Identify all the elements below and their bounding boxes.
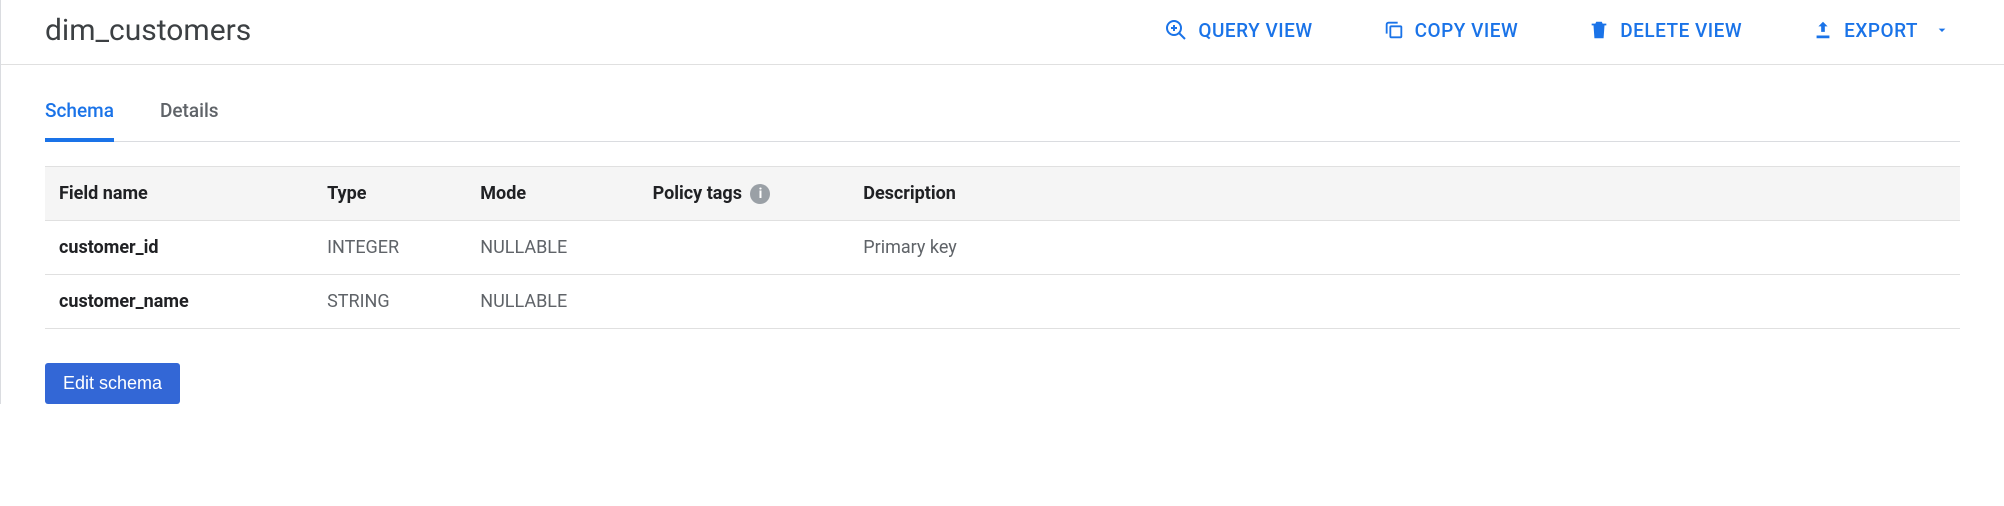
- delete-view-button[interactable]: DELETE VIEW: [1574, 11, 1756, 50]
- dropdown-icon: [1934, 22, 1950, 38]
- cell-field-name: customer_name: [45, 275, 313, 329]
- cell-mode: NULLABLE: [466, 275, 638, 329]
- col-header-mode: Mode: [466, 167, 638, 221]
- export-button[interactable]: EXPORT: [1798, 11, 1964, 50]
- cell-type: INTEGER: [313, 221, 466, 275]
- col-header-policy-tags: Policy tags i: [639, 167, 850, 221]
- table-row: customer_id INTEGER NULLABLE Primary key: [45, 221, 1960, 275]
- cell-policy-tags: [639, 221, 850, 275]
- tab-bar: Schema Details: [45, 89, 1960, 142]
- table-row: customer_name STRING NULLABLE: [45, 275, 1960, 329]
- trash-icon: [1588, 19, 1610, 41]
- info-icon[interactable]: i: [750, 184, 770, 204]
- action-bar: QUERY VIEW COPY VIEW DELETE VIEW: [1108, 10, 1964, 50]
- tab-details[interactable]: Details: [160, 89, 219, 142]
- col-header-field-name: Field name: [45, 167, 313, 221]
- query-icon: [1164, 18, 1188, 42]
- col-header-type: Type: [313, 167, 466, 221]
- query-view-label: QUERY VIEW: [1198, 19, 1312, 42]
- cell-description: [849, 275, 1960, 329]
- view-title: dim_customers: [45, 13, 251, 48]
- cell-field-name: customer_id: [45, 221, 313, 275]
- export-icon: [1812, 19, 1834, 41]
- query-view-button[interactable]: QUERY VIEW: [1150, 10, 1326, 50]
- col-header-description: Description: [849, 167, 1960, 221]
- cell-policy-tags: [639, 275, 850, 329]
- copy-view-button[interactable]: COPY VIEW: [1369, 11, 1533, 50]
- edit-schema-button[interactable]: Edit schema: [45, 363, 180, 404]
- delete-view-label: DELETE VIEW: [1620, 19, 1742, 42]
- copy-icon: [1383, 19, 1405, 41]
- cell-mode: NULLABLE: [466, 221, 638, 275]
- cell-type: STRING: [313, 275, 466, 329]
- schema-table: Field name Type Mode Policy tags i Descr…: [45, 166, 1960, 329]
- export-label: EXPORT: [1844, 19, 1918, 42]
- cell-description: Primary key: [849, 221, 1960, 275]
- col-header-policy-tags-label: Policy tags: [653, 183, 742, 204]
- copy-view-label: COPY VIEW: [1415, 19, 1519, 42]
- tab-schema[interactable]: Schema: [45, 89, 114, 142]
